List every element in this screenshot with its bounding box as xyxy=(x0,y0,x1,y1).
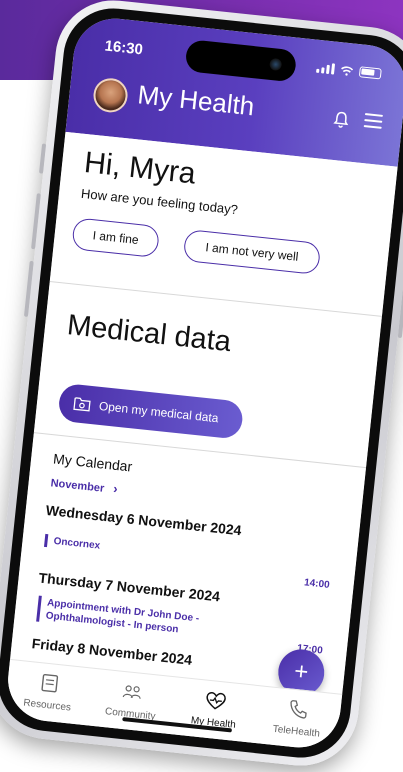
signal-icon xyxy=(316,62,336,75)
calendar-title: My Calendar xyxy=(52,450,134,475)
month-selector[interactable]: November › xyxy=(50,474,118,496)
volume-down-button xyxy=(23,260,34,317)
menu-icon[interactable] xyxy=(363,113,383,131)
folder-icon xyxy=(73,397,91,412)
month-label: November xyxy=(50,477,105,495)
mute-switch xyxy=(39,143,47,174)
power-button xyxy=(397,252,403,339)
event-time: 14:00 xyxy=(303,577,331,591)
phone-bezel: 16:30 My Health Hi, Myra How are you fee… xyxy=(0,3,403,763)
camera-icon xyxy=(269,57,283,72)
phone-icon xyxy=(290,700,307,719)
dynamic-island xyxy=(184,39,298,83)
document-icon xyxy=(41,673,58,693)
tab-label: TeleHealth xyxy=(272,723,321,740)
calendar-event[interactable]: Appointment with Dr John Doe - Ophthalmo… xyxy=(36,595,200,639)
not-very-well-button[interactable]: I am not very well xyxy=(182,228,322,276)
calendar-event[interactable]: Oncornex xyxy=(43,533,101,553)
feeling-question: How are you feeling today? xyxy=(80,185,239,218)
calendar-section: My Calendar November › Wednesday 6 Novem… xyxy=(10,434,366,688)
wifi-icon xyxy=(341,65,354,76)
greeting-title: Hi, Myra xyxy=(82,146,198,191)
volume-up-button xyxy=(31,193,41,250)
tab-telehealth[interactable]: TeleHealth xyxy=(251,686,342,751)
phone-frame: 16:30 My Health Hi, Myra How are you fee… xyxy=(0,0,403,772)
page-title: My Health xyxy=(136,79,256,122)
open-medical-data-label: Open my medical data xyxy=(98,398,220,426)
battery-icon xyxy=(358,66,382,80)
app-screen: 16:30 My Health Hi, Myra How are you fee… xyxy=(4,14,403,752)
avatar[interactable] xyxy=(91,76,130,115)
tab-my-health[interactable]: My Health xyxy=(168,677,259,751)
medical-data-title: Medical data xyxy=(65,309,233,359)
status-icons xyxy=(316,62,382,80)
tab-community[interactable]: Community xyxy=(85,669,176,752)
bell-icon[interactable] xyxy=(331,110,351,130)
tab-label: Resources xyxy=(22,697,72,714)
heart-pulse-icon xyxy=(206,691,226,710)
i-am-fine-button[interactable]: I am fine xyxy=(71,217,161,259)
status-time: 16:30 xyxy=(103,37,144,59)
tab-resources[interactable]: Resources xyxy=(4,660,93,746)
open-medical-data-button[interactable]: Open my medical data xyxy=(57,382,245,440)
people-icon xyxy=(122,685,141,699)
chevron-right-icon: › xyxy=(112,480,119,497)
day-heading: Wednesday 6 November 2024 xyxy=(45,501,243,539)
